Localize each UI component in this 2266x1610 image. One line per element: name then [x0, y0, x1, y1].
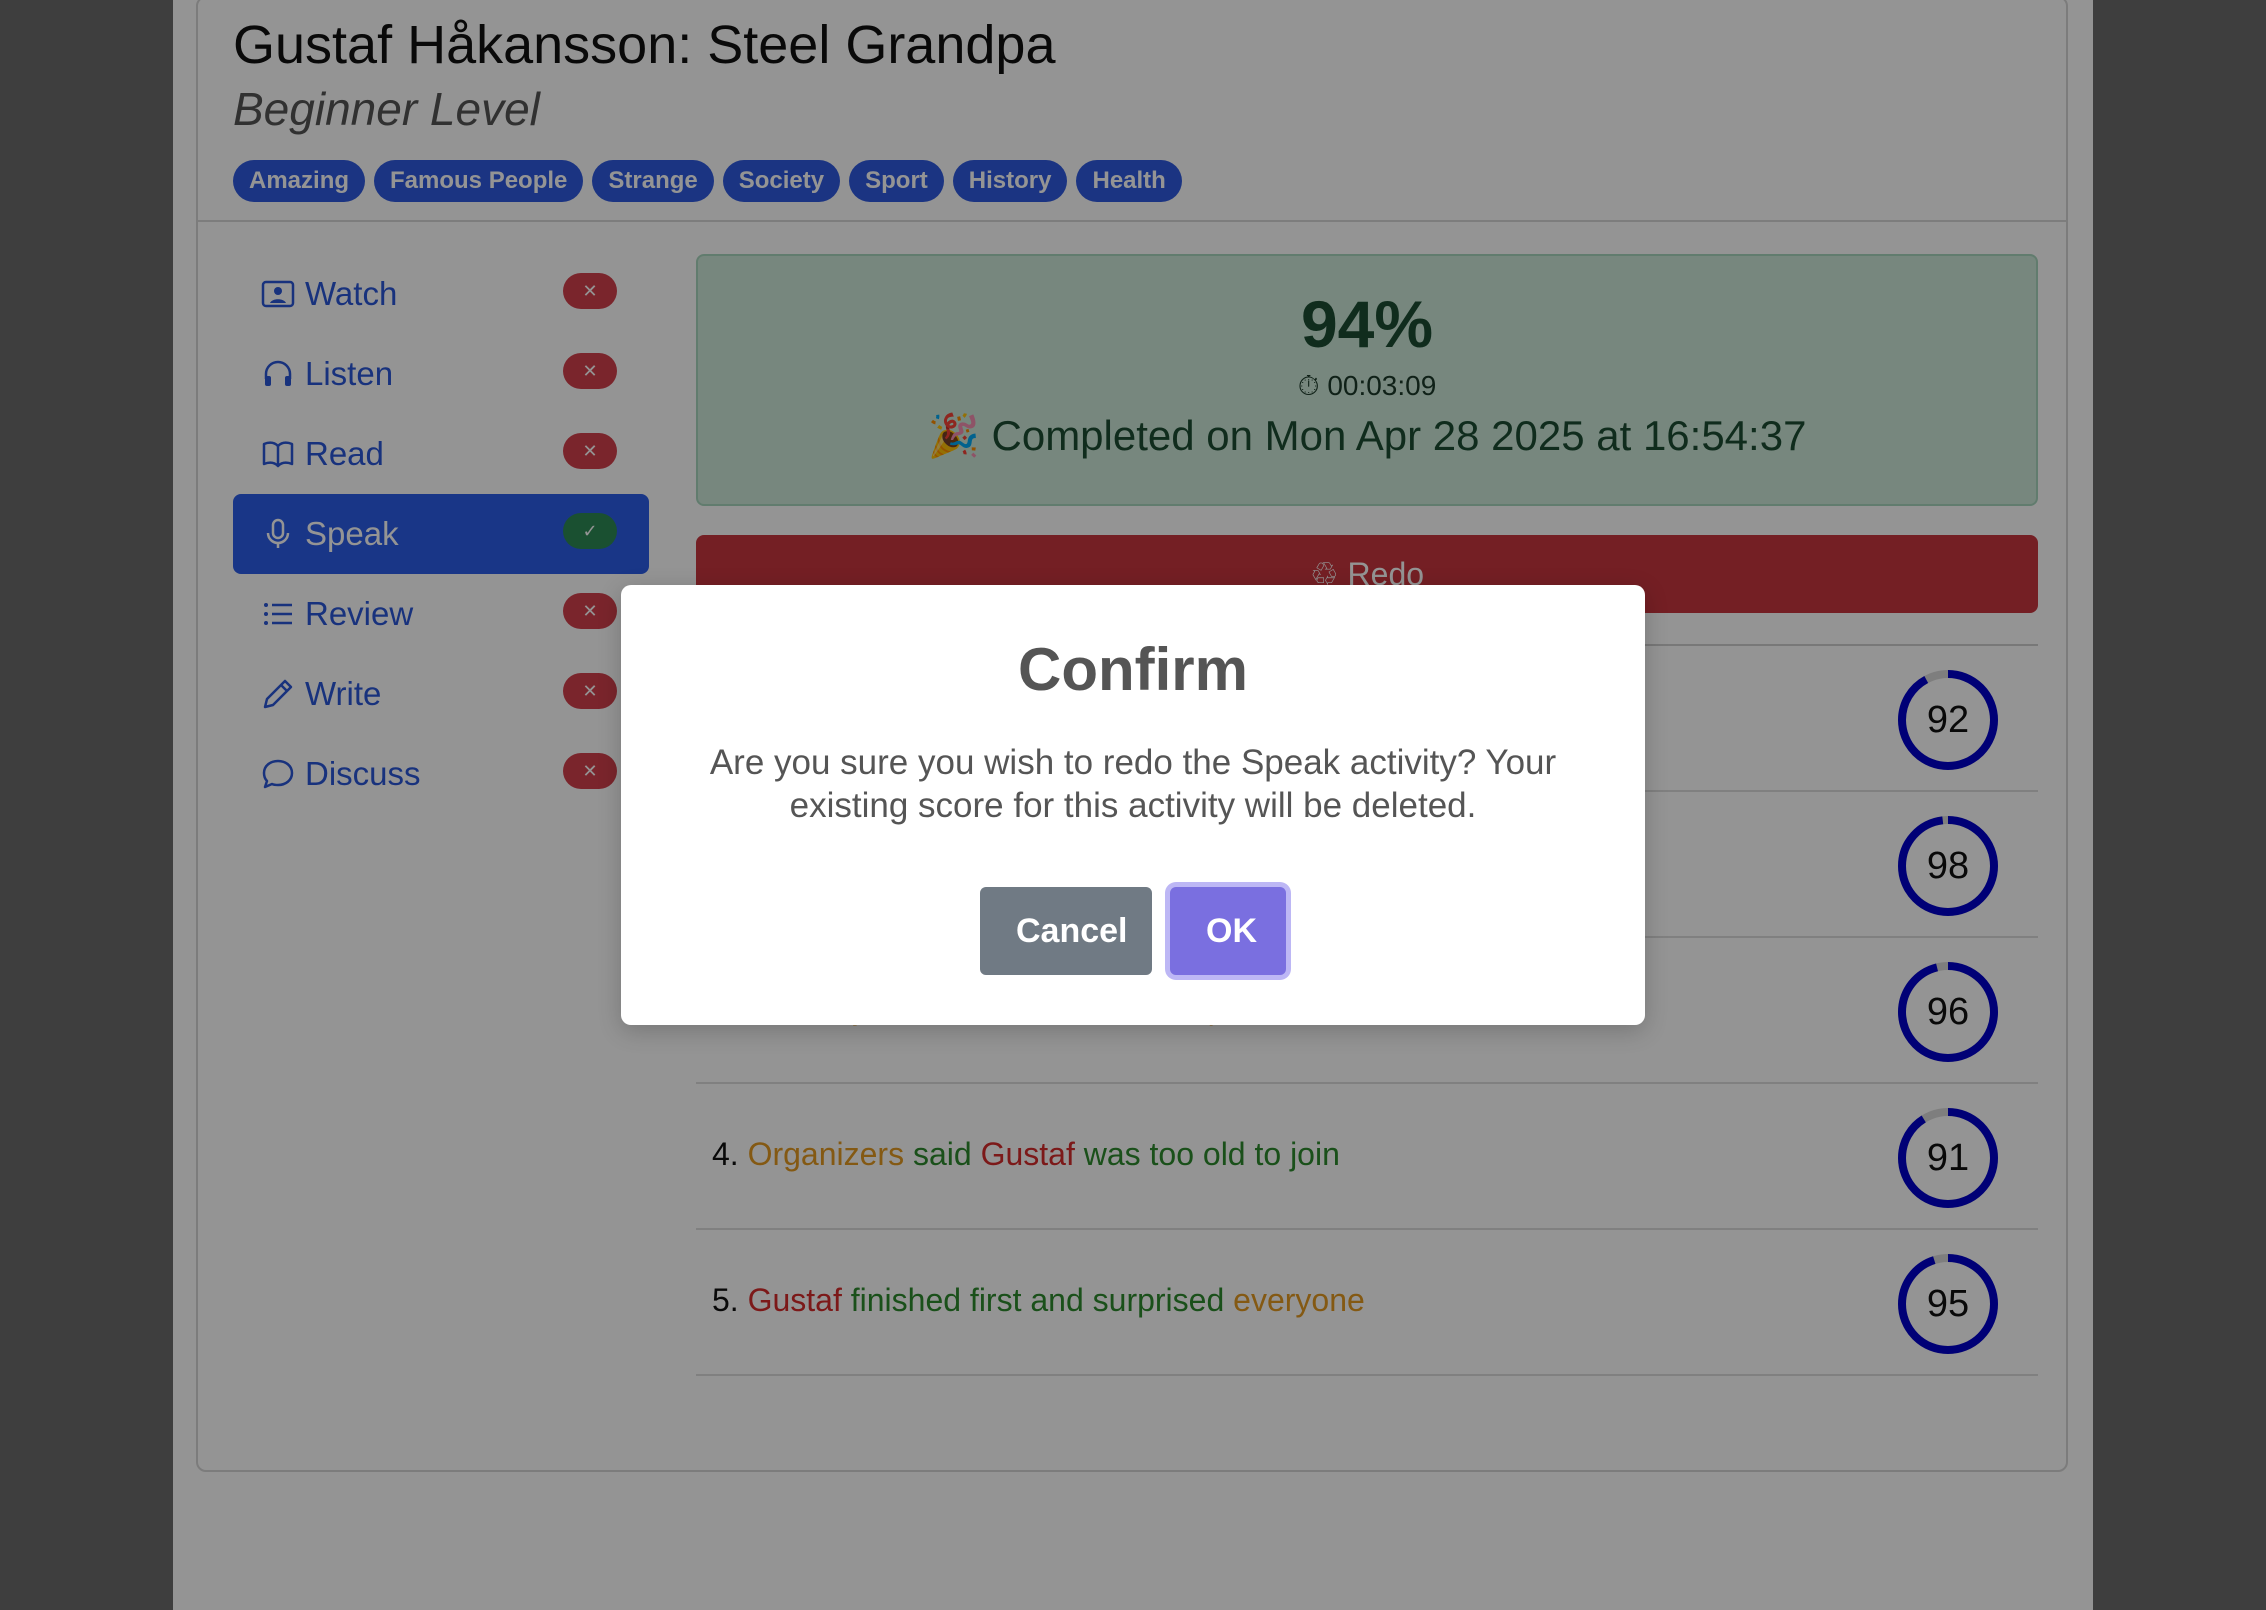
confirm-dialog: Confirm Are you sure you wish to redo th…	[621, 585, 1645, 1025]
dialog-title: Confirm	[1018, 636, 1248, 703]
cancel-button[interactable]: Cancel	[980, 887, 1152, 975]
ok-button[interactable]: OK	[1170, 887, 1286, 975]
dialog-actions: Cancel OK	[621, 887, 1645, 975]
dialog-message: Are you sure you wish to redo the Speak …	[709, 743, 1557, 825]
